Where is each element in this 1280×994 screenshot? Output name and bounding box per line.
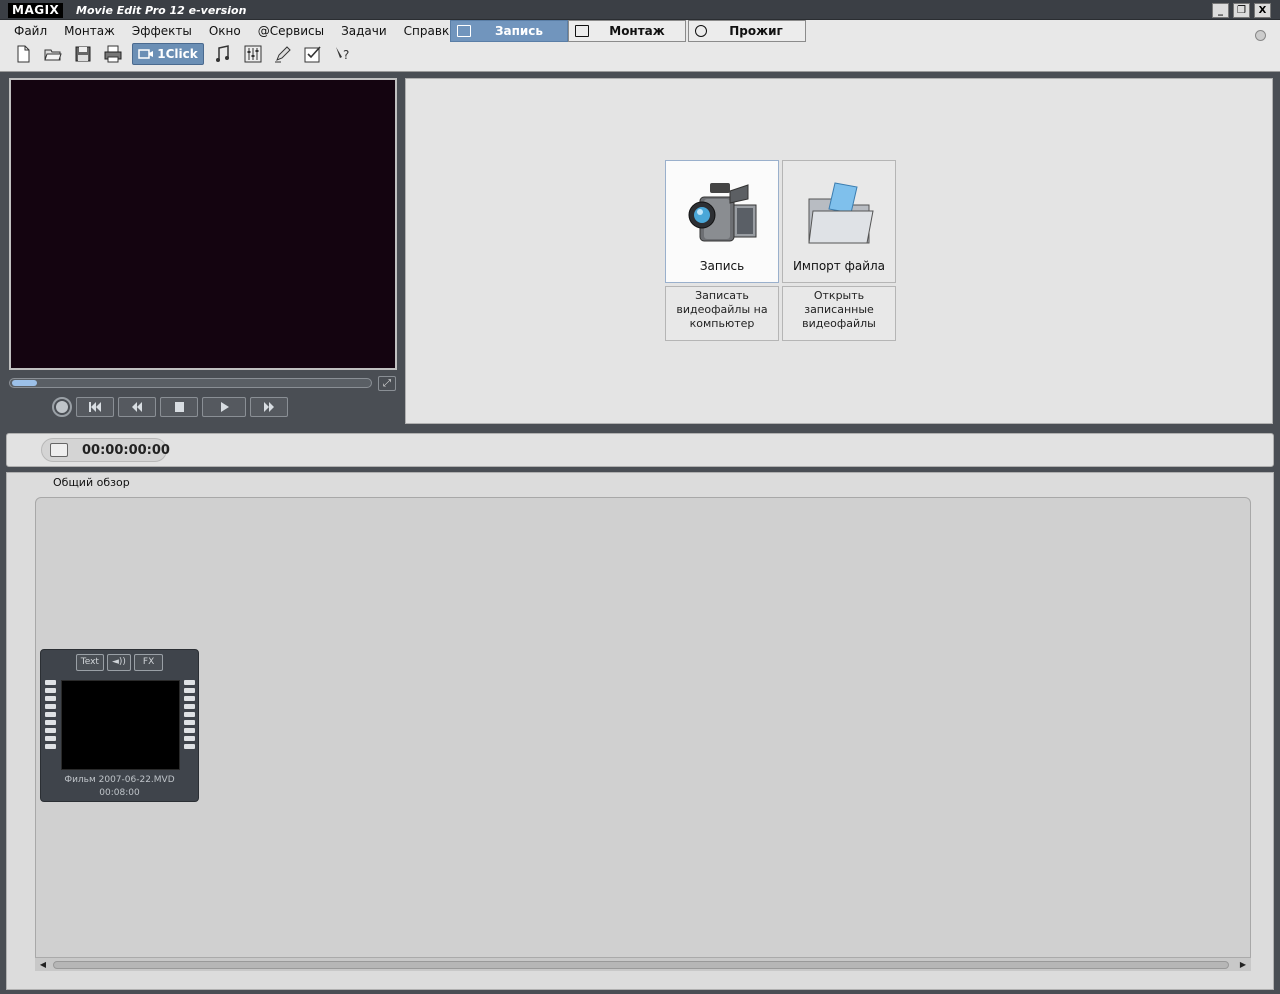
svg-text:?: ? bbox=[343, 48, 349, 62]
menu-bar: Файл Монтаж Эффекты Окно @Сервисы Задачи… bbox=[14, 22, 457, 40]
oneclick-label: 1Click bbox=[157, 47, 198, 61]
skip-start-icon bbox=[89, 402, 101, 412]
film-perforation-right bbox=[184, 680, 195, 749]
stop-button[interactable] bbox=[160, 397, 198, 417]
tab-burn[interactable]: Прожиг bbox=[688, 20, 806, 42]
context-help-icon: ? bbox=[336, 47, 349, 62]
record-action-label: Запись bbox=[699, 259, 745, 273]
import-file-description: Открыть записанные видеофайлы bbox=[782, 286, 896, 341]
clip-duration: 00:08:00 bbox=[99, 788, 140, 798]
expand-icon: ⤢ bbox=[383, 378, 391, 389]
menu-tasks[interactable]: Задачи bbox=[341, 22, 387, 40]
clip-icon bbox=[50, 443, 68, 457]
video-camera-icon bbox=[688, 183, 757, 242]
open-folder-icon bbox=[808, 182, 874, 244]
import-file-button[interactable]: Импорт файла bbox=[782, 160, 896, 283]
audio-icon bbox=[216, 45, 229, 62]
menu-services[interactable]: @Сервисы bbox=[258, 22, 324, 40]
close-button[interactable]: X bbox=[1254, 3, 1271, 18]
skip-start-button[interactable] bbox=[76, 397, 114, 417]
timecode-text: 00:00:00:00 bbox=[82, 443, 170, 458]
timecode-bar: 00:00:00:00 bbox=[6, 433, 1274, 467]
mixer-icon bbox=[244, 45, 262, 63]
save-icon bbox=[75, 46, 91, 62]
restore-button[interactable]: ❐ bbox=[1233, 3, 1250, 18]
title-bar: MAGIX Movie Edit Pro 12 e-version _ ❐ X bbox=[0, 0, 1280, 20]
montage-mode-icon bbox=[575, 25, 589, 37]
print-icon bbox=[104, 45, 122, 63]
print-button[interactable] bbox=[102, 43, 124, 65]
camera-icon bbox=[138, 49, 154, 59]
record-mode-icon bbox=[457, 25, 471, 37]
movie-clip-card[interactable]: Text ◄)) FX Фильм 2007-06-22.MVD 00:08:0… bbox=[40, 649, 199, 802]
position-scrubber[interactable] bbox=[9, 378, 372, 388]
edit-button[interactable] bbox=[272, 43, 294, 65]
clip-thumbnail bbox=[61, 680, 180, 770]
rewind-button[interactable] bbox=[118, 397, 156, 417]
magix-logo: MAGIX bbox=[8, 3, 64, 18]
checklist-button[interactable] bbox=[302, 43, 324, 65]
scroll-left-arrow[interactable]: ◀ bbox=[37, 959, 49, 971]
rewind-icon bbox=[132, 402, 142, 412]
video-monitor bbox=[9, 78, 397, 370]
play-icon bbox=[221, 402, 229, 412]
film-perforation-left bbox=[45, 680, 56, 749]
transport-controls bbox=[52, 396, 288, 418]
clip-name: Фильм 2007-06-22.MVD bbox=[64, 775, 175, 785]
storyboard-area[interactable] bbox=[35, 497, 1251, 971]
menu-window[interactable]: Окно bbox=[209, 22, 241, 40]
save-button[interactable] bbox=[72, 43, 94, 65]
overview-label: Общий обзор bbox=[53, 476, 130, 489]
tab-label: Запись bbox=[494, 24, 544, 38]
tab-montage[interactable]: Монтаж bbox=[568, 20, 686, 42]
checklist-icon bbox=[304, 46, 321, 63]
horizontal-scrollbar[interactable]: ◀ ▶ bbox=[35, 957, 1251, 971]
open-folder-icon bbox=[44, 49, 62, 61]
menu-help[interactable]: Справка bbox=[404, 22, 457, 40]
new-file-icon bbox=[17, 45, 30, 63]
open-button[interactable] bbox=[42, 43, 64, 65]
record-button[interactable] bbox=[52, 397, 72, 417]
edit-pen-icon bbox=[275, 46, 291, 63]
menu-file[interactable]: Файл bbox=[14, 22, 47, 40]
scroll-thumb[interactable] bbox=[53, 961, 1229, 969]
disc-icon bbox=[695, 25, 707, 37]
clip-audio-button[interactable]: ◄)) bbox=[106, 654, 131, 671]
tab-label: Монтаж bbox=[609, 24, 665, 38]
scrubber-thumb[interactable] bbox=[12, 380, 37, 386]
record-action-description: Записать видеофайлы на компьютер bbox=[665, 286, 779, 341]
tab-label: Прожиг bbox=[729, 24, 783, 38]
context-help-button[interactable]: ? bbox=[332, 43, 354, 65]
import-file-label: Импорт файла bbox=[792, 259, 886, 273]
stop-icon bbox=[175, 402, 184, 412]
clip-buttons: Text ◄)) FX bbox=[41, 654, 198, 671]
minimize-button[interactable]: _ bbox=[1212, 3, 1229, 18]
play-button[interactable] bbox=[202, 397, 246, 417]
timecode-display[interactable]: 00:00:00:00 bbox=[41, 438, 170, 462]
toolbar: 1Click ? bbox=[12, 42, 362, 66]
new-file-button[interactable] bbox=[12, 43, 34, 65]
help-dot-icon[interactable] bbox=[1255, 30, 1266, 41]
scroll-right-arrow[interactable]: ▶ bbox=[1237, 959, 1249, 971]
menu-effects[interactable]: Эффекты bbox=[132, 22, 192, 40]
tab-record[interactable]: Запись bbox=[450, 20, 568, 42]
menu-montage[interactable]: Монтаж bbox=[64, 22, 115, 40]
clip-fx-button[interactable]: FX bbox=[133, 654, 164, 671]
fast-forward-button[interactable] bbox=[250, 397, 288, 417]
oneclick-button[interactable]: 1Click bbox=[132, 43, 204, 65]
fullscreen-button[interactable]: ⤢ bbox=[378, 376, 396, 391]
mixer-button[interactable] bbox=[242, 43, 264, 65]
record-action-button[interactable]: Запись bbox=[665, 160, 779, 283]
preview-panel: ⤢ bbox=[6, 76, 400, 426]
fast-forward-icon bbox=[264, 402, 274, 412]
clip-text-button[interactable]: Text bbox=[75, 654, 104, 671]
app-title: Movie Edit Pro 12 e-version bbox=[76, 4, 247, 17]
record-action-panel: Запись Импорт файла Записать видеофайлы … bbox=[405, 78, 1273, 424]
audio-button[interactable] bbox=[212, 43, 234, 65]
